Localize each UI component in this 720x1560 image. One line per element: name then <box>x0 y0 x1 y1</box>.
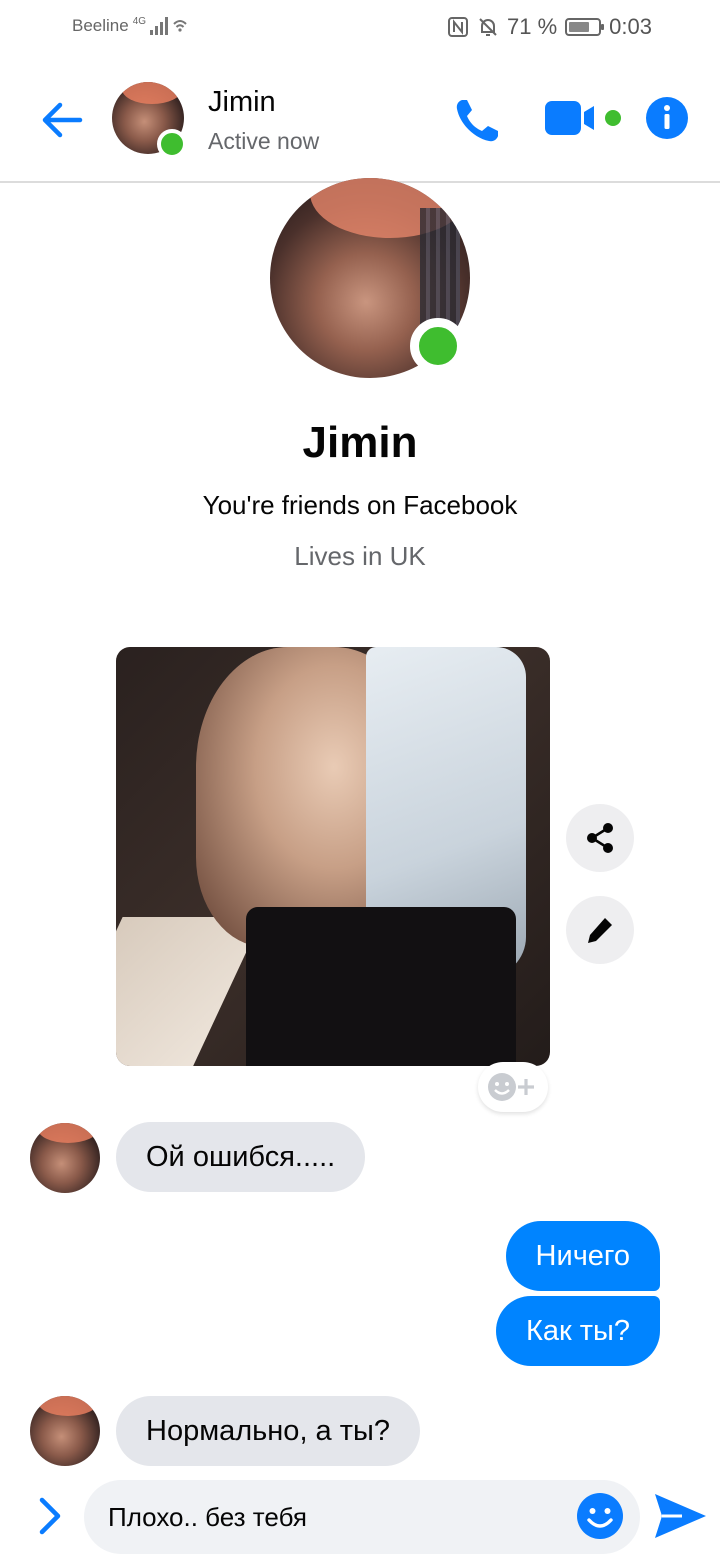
mute-bell-icon <box>479 18 497 36</box>
message-avatar[interactable] <box>30 1123 100 1193</box>
pencil-icon <box>588 918 612 943</box>
profile-name: Jimin <box>302 418 418 467</box>
message-bubble-incoming[interactable]: Нормально, а ты? <box>116 1396 420 1466</box>
battery-percent: 71 % <box>507 14 558 39</box>
message-bubble-outgoing[interactable]: Как ты? <box>495 1296 660 1366</box>
location-text: Lives in UK <box>294 541 426 571</box>
carrier-name: Beeline <box>72 16 129 35</box>
emoji-icon[interactable] <box>576 1492 624 1540</box>
status-left: Beeline 4G <box>72 16 188 36</box>
wifi-icon <box>173 20 187 32</box>
battery-icon <box>565 18 605 36</box>
message-composer <box>84 1480 640 1554</box>
back-arrow-icon[interactable] <box>38 96 86 144</box>
add-reaction-button[interactable] <box>478 1062 548 1112</box>
phone-icon[interactable] <box>452 94 504 146</box>
photo-pants-area <box>246 907 516 1066</box>
friends-status: You're friends on Facebook <box>202 490 518 520</box>
message-avatar[interactable] <box>30 1396 100 1466</box>
status-bar: Beeline 4G 71 % 0:03 <box>0 0 720 56</box>
header-online-indicator <box>157 129 187 159</box>
send-icon[interactable] <box>652 1490 708 1542</box>
message-bubble-incoming[interactable]: Ой ошибся..... <box>116 1122 366 1192</box>
share-icon <box>587 823 613 853</box>
video-camera-icon[interactable] <box>544 98 624 138</box>
info-icon[interactable] <box>645 96 689 140</box>
profile-online-indicator <box>410 318 466 374</box>
shared-photo[interactable] <box>116 647 550 1066</box>
chevron-right-icon[interactable] <box>34 1494 66 1538</box>
network-type: 4G <box>132 16 147 27</box>
clock: 0:03 <box>609 14 652 39</box>
edit-button[interactable] <box>566 896 634 964</box>
share-button[interactable] <box>566 804 634 872</box>
message-bubble-outgoing[interactable]: Ничего <box>505 1221 660 1291</box>
battery-level-fill <box>569 22 590 32</box>
chat-header: Jimin Active now <box>0 56 720 183</box>
add-reaction-icon <box>488 1073 534 1101</box>
signal-icon <box>150 17 169 35</box>
contact-status: Active now <box>208 128 320 154</box>
contact-name[interactable]: Jimin <box>208 86 276 119</box>
nfc-icon <box>448 17 469 37</box>
status-right: 71 % 0:03 <box>447 14 652 40</box>
message-input[interactable] <box>108 1480 568 1554</box>
